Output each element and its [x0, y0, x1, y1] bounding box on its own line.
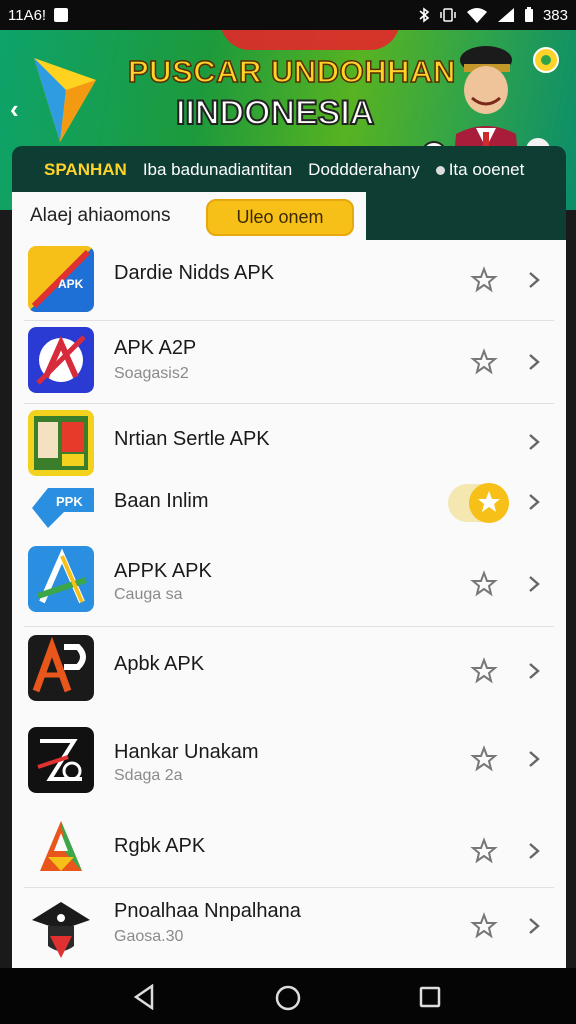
list-item[interactable]: Pnoalhaa Nnpalhana Gaosa.30: [12, 888, 566, 968]
chevron-right-icon[interactable]: [526, 749, 542, 769]
battery-icon: [524, 7, 533, 22]
app-subtitle: Sdaga 2a: [114, 767, 183, 784]
vibrate-icon: [440, 8, 456, 22]
list-item[interactable]: Rgbk APK: [12, 805, 566, 887]
app-icon: [28, 813, 94, 879]
star-icon[interactable]: [470, 348, 498, 376]
signal-icon: [497, 8, 514, 22]
category-tabs: SPANHAN Iba badunadiantitan Doddderahany…: [12, 146, 566, 194]
app-subtitle: Cauga sa: [114, 586, 183, 603]
star-icon[interactable]: [470, 266, 498, 294]
list-item[interactable]: APPK APK Cauga sa: [12, 542, 566, 626]
app-name: Pnoalhaa Nnpalhana: [114, 900, 301, 922]
banner-decoration: [220, 30, 400, 50]
app-icon: [28, 727, 94, 793]
app-icon: APK: [28, 246, 94, 312]
app-name: Nrtian Sertle APK: [114, 428, 270, 450]
dot-icon: [435, 166, 445, 176]
banner-subtitle: IINDONESIA: [175, 93, 375, 133]
star-icon[interactable]: [470, 570, 498, 598]
favorite-toggle[interactable]: [448, 482, 510, 524]
status-time: 11A6!: [8, 6, 47, 24]
list-item[interactable]: Apbk APK: [12, 627, 566, 717]
notification-icon: [54, 8, 69, 22]
status-bar: 11A6! 383: [0, 0, 576, 30]
app-logo-icon: [34, 58, 96, 142]
star-icon[interactable]: [470, 745, 498, 773]
app-name: Hankar Unakam: [114, 741, 259, 763]
home-icon[interactable]: [274, 984, 302, 1012]
app-icon: [28, 410, 94, 476]
panel-heading: Alaej ahiaomons: [30, 205, 171, 226]
app-name: APPK APK: [114, 560, 212, 582]
chevron-right-icon[interactable]: [526, 492, 542, 512]
list-item[interactable]: Nrtian Sertle APK: [12, 404, 566, 482]
tab-spanhan[interactable]: SPANHAN: [44, 160, 127, 180]
svg-text:APK: APK: [58, 277, 84, 291]
tab-ooenet[interactable]: Ita ooenet: [435, 160, 524, 180]
panel-header-dark: [366, 192, 566, 240]
recents-icon[interactable]: [418, 985, 442, 1009]
app-icon: [28, 327, 94, 393]
wifi-icon: [466, 8, 487, 23]
list-item[interactable]: APK A2P Soagasis2: [12, 321, 566, 403]
app-icon: [28, 896, 94, 962]
chevron-right-icon[interactable]: [526, 916, 542, 936]
app-subtitle: Gaosa.30: [114, 928, 184, 945]
app-icon: PPK: [32, 488, 94, 528]
battery-level: 383: [542, 6, 568, 24]
app-name: Rgbk APK: [114, 835, 206, 857]
list-item[interactable]: APK Dardie Nidds APK: [12, 240, 566, 320]
app-icon: [28, 546, 94, 612]
chevron-right-icon[interactable]: [526, 574, 542, 594]
gear-icon[interactable]: [528, 42, 564, 78]
chevron-right-icon[interactable]: [526, 432, 542, 452]
navigation-bar: [0, 968, 576, 1024]
tab-badunadiantitan[interactable]: Iba badunadiantitan: [143, 160, 292, 180]
app-subtitle: Soagasis2: [114, 365, 189, 382]
bluetooth-icon: [419, 7, 430, 23]
star-icon[interactable]: [470, 837, 498, 865]
app-name: APK A2P: [114, 337, 197, 359]
view-button[interactable]: Uleo onem: [206, 199, 354, 236]
back-arrow-icon[interactable]: ‹: [10, 94, 19, 125]
banner-title: PUSCAR UNDOHHAN: [127, 53, 456, 90]
app-list-panel: Alaej ahiaomons Uleo onem APK Dardie Nid…: [12, 192, 566, 968]
list-item[interactable]: Hankar Unakam Sdaga 2a: [12, 717, 566, 805]
panel-header: Alaej ahiaomons Uleo onem: [12, 192, 366, 240]
star-icon[interactable]: [470, 657, 498, 685]
star-icon[interactable]: [470, 912, 498, 940]
list-item[interactable]: PPK Baan Inlim: [12, 482, 566, 542]
app-name: Baan Inlim: [114, 490, 209, 512]
app-name: Dardie Nidds APK: [114, 262, 275, 284]
svg-text:PPK: PPK: [56, 494, 83, 509]
chevron-right-icon[interactable]: [526, 270, 542, 290]
tab-doddderahany[interactable]: Doddderahany: [308, 160, 420, 180]
chevron-right-icon[interactable]: [526, 841, 542, 861]
chevron-right-icon[interactable]: [526, 352, 542, 372]
app-name: Apbk APK: [114, 653, 205, 675]
back-icon[interactable]: [132, 984, 156, 1010]
app-icon: [28, 635, 94, 701]
chevron-right-icon[interactable]: [526, 661, 542, 681]
